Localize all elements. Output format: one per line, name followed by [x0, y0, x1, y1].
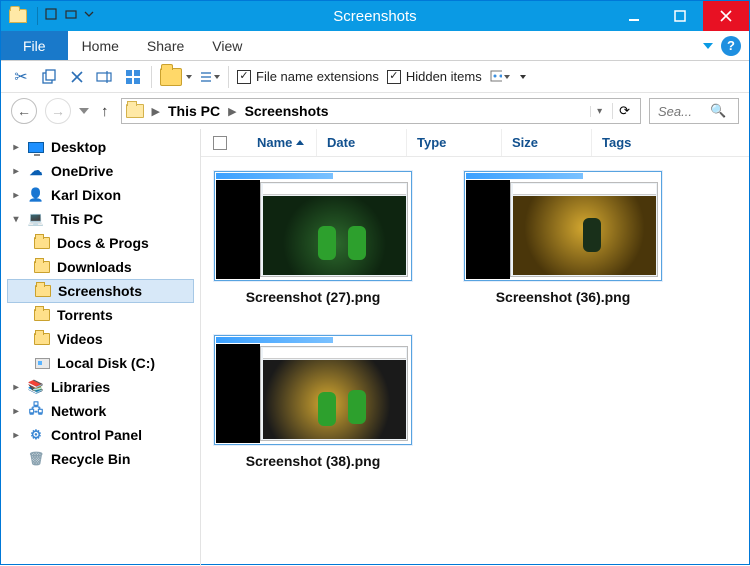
- tab-share[interactable]: Share: [133, 31, 198, 60]
- maximize-button[interactable]: [657, 1, 703, 31]
- navigation-tree[interactable]: ▸Desktop ▸☁OneDrive ▸👤Karl Dixon ▾💻This …: [1, 129, 201, 566]
- column-tags[interactable]: Tags: [592, 129, 749, 156]
- tree-libraries[interactable]: ▸📚Libraries: [7, 375, 200, 399]
- tree-controlpanel[interactable]: ▸⚙Control Panel: [7, 423, 200, 447]
- file-item[interactable]: Screenshot (36).png: [463, 171, 663, 305]
- search-input[interactable]: [656, 103, 706, 120]
- navigation-row: ← → ↑ ▶ This PC ▶ Screenshots ▾ ⟳ 🔍: [1, 93, 749, 129]
- file-extensions-label: File name extensions: [256, 69, 379, 84]
- tree-docs[interactable]: Docs & Progs: [7, 231, 200, 255]
- tree-thispc[interactable]: ▾💻This PC: [7, 207, 200, 231]
- refresh-button[interactable]: ⟳: [612, 103, 636, 119]
- tree-user[interactable]: ▸👤Karl Dixon: [7, 183, 200, 207]
- search-box[interactable]: 🔍: [649, 98, 739, 124]
- breadcrumb-segment[interactable]: Screenshots: [245, 103, 329, 119]
- breadcrumb-separator-icon[interactable]: ▶: [224, 105, 240, 118]
- tree-videos[interactable]: Videos: [7, 327, 200, 351]
- ribbon-expand-icon[interactable]: [703, 43, 713, 49]
- help-button[interactable]: ?: [721, 36, 741, 56]
- hidden-items-checkbox[interactable]: ✓Hidden items: [387, 69, 482, 84]
- qat-button[interactable]: [44, 7, 58, 25]
- file-extensions-checkbox[interactable]: ✓File name extensions: [237, 69, 379, 84]
- search-icon: 🔍: [710, 103, 726, 119]
- minimize-button[interactable]: [611, 1, 657, 31]
- more-dropdown-icon[interactable]: [520, 75, 526, 79]
- tab-home[interactable]: Home: [68, 31, 133, 60]
- file-thumbnail: [214, 335, 412, 445]
- forward-button[interactable]: →: [45, 98, 71, 124]
- file-name: Screenshot (38).png: [246, 453, 381, 469]
- rename-icon[interactable]: [95, 67, 115, 87]
- address-bar[interactable]: ▶ This PC ▶ Screenshots ▾ ⟳: [121, 98, 642, 124]
- window-folder-icon: [9, 9, 27, 23]
- address-folder-icon: [126, 104, 144, 118]
- tab-view[interactable]: View: [198, 31, 256, 60]
- options-icon[interactable]: [490, 67, 510, 87]
- quick-access-toolbar: [37, 7, 94, 25]
- qat-dropdown[interactable]: [84, 7, 94, 25]
- copy-icon[interactable]: [39, 67, 59, 87]
- tree-onedrive[interactable]: ▸☁OneDrive: [7, 159, 200, 183]
- file-name: Screenshot (36).png: [496, 289, 631, 305]
- breadcrumb-separator-icon[interactable]: ▶: [148, 105, 164, 118]
- file-item[interactable]: Screenshot (27).png: [213, 171, 413, 305]
- tree-recyclebin[interactable]: 🗑Recycle Bin: [7, 447, 200, 471]
- column-size[interactable]: Size: [502, 129, 592, 156]
- select-all-checkbox[interactable]: [213, 136, 227, 150]
- address-dropdown-icon[interactable]: ▾: [590, 106, 608, 117]
- new-folder-button[interactable]: [160, 68, 192, 86]
- tree-torrents[interactable]: Torrents: [7, 303, 200, 327]
- cut-icon[interactable]: ✂: [11, 67, 31, 87]
- ribbon-row: ✂ ✓File name extensions ✓Hidden items: [1, 61, 749, 93]
- column-date[interactable]: Date: [317, 129, 407, 156]
- file-thumbnail: [214, 171, 412, 281]
- file-tab[interactable]: File: [1, 31, 68, 60]
- tree-desktop[interactable]: ▸Desktop: [7, 135, 200, 159]
- content-pane: Name Date Type Size Tags Screenshot (27)…: [201, 129, 749, 566]
- files-grid[interactable]: Screenshot (27).png Screenshot (36).png …: [201, 157, 749, 483]
- layout-tiles-icon[interactable]: [123, 67, 143, 87]
- up-button[interactable]: ↑: [97, 103, 113, 120]
- file-name: Screenshot (27).png: [246, 289, 381, 305]
- tree-downloads[interactable]: Downloads: [7, 255, 200, 279]
- file-item[interactable]: Screenshot (38).png: [213, 335, 413, 469]
- tree-localdisk[interactable]: Local Disk (C:): [7, 351, 200, 375]
- breadcrumb-segment[interactable]: This PC: [168, 103, 220, 119]
- close-button[interactable]: [703, 1, 749, 31]
- tree-screenshots[interactable]: Screenshots: [7, 279, 194, 303]
- delete-icon[interactable]: [67, 67, 87, 87]
- hidden-items-label: Hidden items: [406, 69, 482, 84]
- list-options-icon[interactable]: [200, 67, 220, 87]
- tree-network[interactable]: ▸🖧Network: [7, 399, 200, 423]
- column-type[interactable]: Type: [407, 129, 502, 156]
- column-headers: Name Date Type Size Tags: [201, 129, 749, 157]
- ribbon-tabs: File Home Share View ?: [1, 31, 749, 61]
- file-thumbnail: [464, 171, 662, 281]
- recent-locations-dropdown[interactable]: [79, 108, 89, 114]
- title-bar: Screenshots: [1, 1, 749, 31]
- back-button[interactable]: ←: [11, 98, 37, 124]
- qat-button[interactable]: [64, 7, 78, 25]
- column-name[interactable]: Name: [247, 129, 317, 156]
